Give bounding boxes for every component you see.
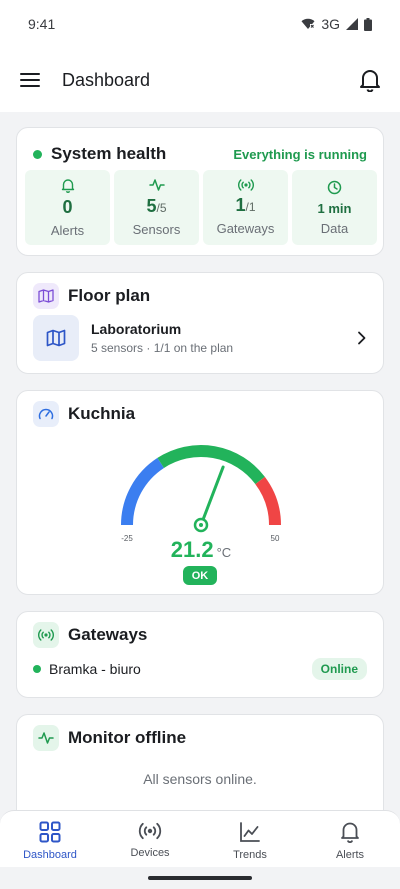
monitor-icon-tile <box>33 725 59 751</box>
gateway-status-badge: Online <box>311 658 367 680</box>
monitor-title: Monitor offline <box>68 728 187 747</box>
monitor-offline-card: Monitor offline All sensors online. <box>16 714 384 817</box>
notifications-button[interactable] <box>356 66 384 94</box>
floor-plan-text: Laboratorium 5 sensors · 1/1 on the plan <box>91 321 357 355</box>
activity-icon <box>148 179 165 191</box>
status-bar: 9:41 3G <box>0 0 400 48</box>
monitor-header: Monitor offline <box>33 725 186 751</box>
broadcast-icon <box>38 629 54 641</box>
stat-sensors[interactable]: 5/5 Sensors <box>114 170 199 245</box>
nav-devices[interactable]: Devices <box>100 811 200 867</box>
gateway-name: Bramka - biuro <box>49 661 141 677</box>
system-health-title: System health <box>51 144 167 163</box>
floor-plan-icon-tile <box>33 283 59 309</box>
gauge-card: Kuchnia -25 50 21.2 °C OK <box>16 390 384 595</box>
nav-label: Alerts <box>335 849 365 861</box>
nav-label: Devices <box>130 847 170 859</box>
page-title: Dashboard <box>62 69 151 90</box>
status-time: 9:41 <box>28 16 56 32</box>
stat-label: Data <box>320 220 349 236</box>
floor-plan-thumbnail <box>33 315 79 361</box>
bell-icon <box>360 70 380 92</box>
map-icon <box>38 289 54 303</box>
gateway-row[interactable]: Bramka - biuro Online <box>33 658 367 680</box>
health-status-dot <box>33 149 42 159</box>
gauge-arc-high <box>255 476 281 526</box>
signal-icon <box>346 18 358 30</box>
temperature-gauge: -25 50 <box>17 429 385 589</box>
gauge-pivot-center <box>199 523 203 527</box>
floor-plan-title: Floor plan <box>68 286 151 305</box>
bell-icon <box>341 822 359 843</box>
gauge-status-badge: OK <box>183 566 217 585</box>
devices-icon <box>138 822 162 840</box>
clock-icon <box>327 180 342 194</box>
system-health-header: System health Everything is running <box>33 144 367 164</box>
stat-value: 5/5 <box>146 196 167 216</box>
battery-icon <box>364 17 372 31</box>
gateways-header: Gateways <box>33 622 147 648</box>
nav-label: Trends <box>233 849 267 861</box>
stat-alerts[interactable]: 0 Alerts <box>25 170 110 245</box>
stat-value: 1/1 <box>235 195 256 215</box>
trends-icon <box>240 822 260 842</box>
floor-plan-details: 5 sensors · 1/1 on the plan <box>91 341 234 355</box>
stat-label: Gateways <box>216 221 275 236</box>
gauge-icon-tile <box>33 401 59 427</box>
stat-value: 1 min <box>317 200 352 216</box>
wifi-icon <box>301 18 315 29</box>
menu-icon <box>20 73 40 87</box>
floor-plan-card: Floor plan Laboratorium 5 sensors · 1/1 … <box>16 272 384 374</box>
stat-data[interactable]: 1 min Data <box>292 170 377 245</box>
gateways-icon-tile <box>33 622 59 648</box>
nav-trends[interactable]: Trends <box>200 811 300 867</box>
dashboard-grid-icon <box>39 821 61 843</box>
gateways-title: Gateways <box>68 625 148 644</box>
system-health-card: System health Everything is running 0 Al… <box>16 127 384 256</box>
gauge-needle <box>199 465 225 527</box>
floor-plan-name: Laboratorium <box>91 321 182 337</box>
gauge-arc-low <box>121 457 165 526</box>
broadcast-icon <box>237 179 254 191</box>
bottom-navigation: Dashboard Devices Trends Alerts <box>0 810 400 867</box>
nav-dashboard[interactable]: Dashboard <box>0 811 100 867</box>
gateway-status-dot <box>33 665 41 673</box>
stat-label: Sensors <box>132 222 181 237</box>
status-icons: 3G <box>301 16 372 32</box>
chevron-right-icon <box>358 331 366 345</box>
bell-icon <box>61 178 74 193</box>
network-type: 3G <box>321 16 340 32</box>
map-icon <box>46 329 66 347</box>
gauge-title: Kuchnia <box>68 404 136 423</box>
gauge-arc-normal <box>157 445 265 485</box>
dashboard-content[interactable]: System health Everything is running 0 Al… <box>0 112 400 817</box>
gauge-unit: °C <box>216 545 232 560</box>
activity-icon <box>38 732 54 744</box>
gauge-reading: 21.2 °C <box>17 537 385 563</box>
home-indicator[interactable] <box>148 876 252 880</box>
app-bar: Dashboard <box>0 48 400 112</box>
nav-label: Dashboard <box>23 849 77 861</box>
health-status-text: Everything is running <box>233 146 367 162</box>
gauge-svg: -25 50 <box>121 445 281 543</box>
monitor-message: All sensors online. <box>143 771 257 787</box>
floor-plan-item[interactable]: Laboratorium 5 sensors · 1/1 on the plan <box>33 315 367 361</box>
gateways-card: Gateways Bramka - biuro Online <box>16 611 384 698</box>
gauge-value: 21.2 <box>170 537 214 562</box>
menu-button[interactable] <box>16 66 44 94</box>
gauge-header: Kuchnia <box>33 401 135 427</box>
stat-value: 0 <box>62 196 73 217</box>
health-stats: 0 Alerts 5/5 Sensors 1/1 Gateways 1 min … <box>25 170 377 245</box>
nav-alerts[interactable]: Alerts <box>300 811 400 867</box>
gauge-icon <box>38 408 54 420</box>
stat-gateways[interactable]: 1/1 Gateways <box>203 170 288 245</box>
floor-plan-header: Floor plan <box>33 283 150 309</box>
stat-label: Alerts <box>50 222 85 238</box>
